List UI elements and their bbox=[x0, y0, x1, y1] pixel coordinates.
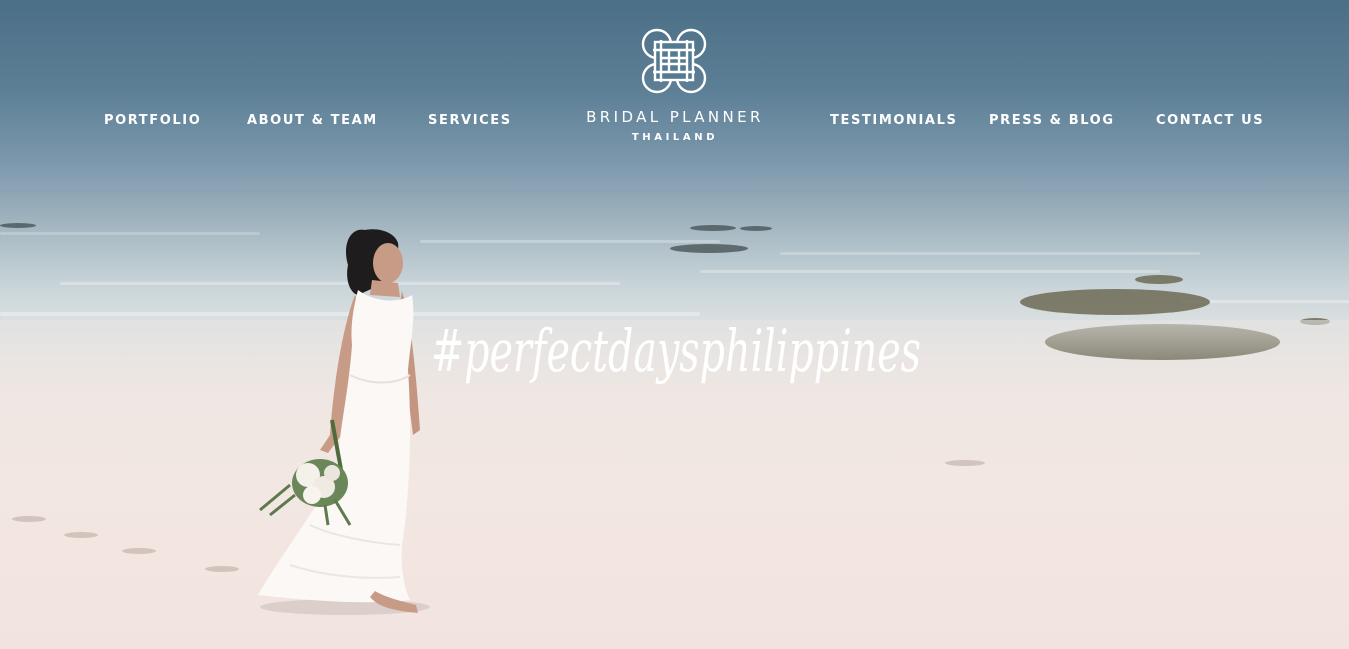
footprint bbox=[122, 548, 156, 554]
wave bbox=[780, 252, 1200, 255]
wave bbox=[420, 240, 720, 243]
bride-figure bbox=[258, 229, 430, 615]
hero-banner: #perfectdaysphilippines PORTFOLIO ABOUT … bbox=[0, 0, 1349, 649]
nav-press-blog[interactable]: PRESS & BLOG bbox=[989, 113, 1115, 128]
footprint bbox=[64, 532, 98, 538]
nav-about-team[interactable]: ABOUT & TEAM bbox=[247, 113, 378, 128]
nav-portfolio[interactable]: PORTFOLIO bbox=[104, 113, 201, 128]
rock bbox=[0, 223, 36, 228]
logo-name: BRIDAL PLANNER bbox=[586, 108, 764, 126]
footprint bbox=[12, 516, 46, 522]
rock bbox=[1135, 275, 1183, 284]
nav-contact-us[interactable]: CONTACT US bbox=[1156, 113, 1264, 128]
main-navigation: PORTFOLIO ABOUT & TEAM SERVICES BRIDAL P… bbox=[0, 0, 1349, 190]
rock bbox=[740, 226, 772, 231]
footprint bbox=[205, 566, 239, 572]
horizon-line bbox=[0, 190, 1349, 192]
hashtag-script: #perfectdaysphilippines bbox=[431, 317, 921, 385]
knot-monogram-icon bbox=[641, 28, 707, 94]
rock bbox=[1020, 289, 1210, 315]
nav-testimonials[interactable]: TESTIMONIALS bbox=[830, 113, 957, 128]
wave bbox=[700, 270, 1160, 273]
nav-services[interactable]: SERVICES bbox=[428, 113, 512, 128]
rock bbox=[690, 225, 736, 231]
hashtag-text: #perfectdaysphilippines bbox=[431, 317, 921, 385]
logo-subtitle: THAILAND bbox=[631, 132, 719, 143]
wave bbox=[0, 232, 260, 235]
footprint bbox=[945, 460, 985, 466]
site-logo[interactable]: BRIDAL PLANNER THAILAND bbox=[560, 24, 790, 149]
rock bbox=[670, 244, 748, 253]
